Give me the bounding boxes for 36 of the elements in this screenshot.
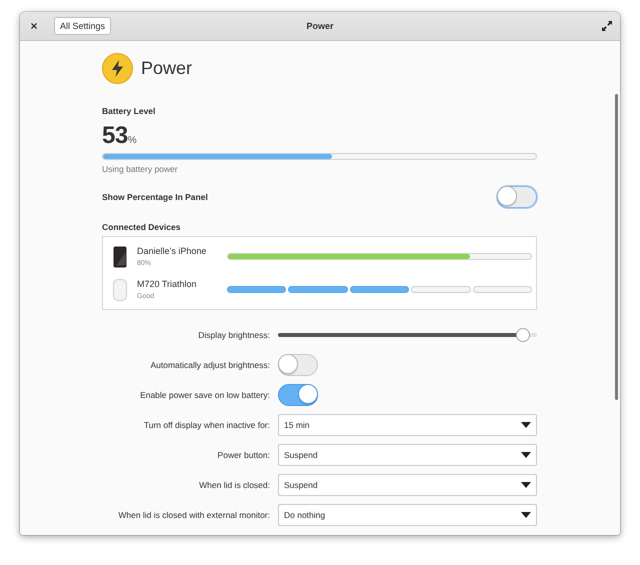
toggle-switch[interactable]	[278, 384, 318, 406]
phone-icon	[113, 246, 127, 268]
maximize-icon[interactable]	[602, 21, 612, 31]
window-title: Power	[306, 21, 334, 31]
mouse-icon	[113, 278, 127, 300]
toggle-switch[interactable]	[278, 354, 318, 376]
setting-label: Show Percentage In Panel	[102, 192, 208, 202]
caret-icon	[521, 512, 531, 518]
close-button[interactable]: ×	[28, 19, 40, 33]
page-title: Power	[141, 58, 192, 78]
setting-label: Turn off display when inactive for:	[142, 420, 270, 430]
section-heading: Connected Devices	[102, 222, 182, 232]
back-button[interactable]: All Settings	[54, 17, 112, 35]
toggle-switch[interactable]	[497, 186, 537, 208]
caret-icon	[521, 482, 531, 488]
scrollbar[interactable]	[615, 94, 618, 400]
dropdown[interactable]: 15 min	[278, 414, 537, 436]
device-name: Danielle’s iPhone	[137, 246, 208, 256]
lightning-icon	[102, 52, 133, 84]
section-heading: Battery Level	[102, 106, 156, 116]
setting-label: Automatically adjust brightness:	[149, 360, 270, 370]
dropdown[interactable]: Do nothing	[278, 504, 537, 526]
setting-label: Display brightness:	[197, 330, 270, 340]
caret-icon	[521, 452, 531, 458]
battery-percent: 53	[102, 122, 128, 150]
caret-icon	[521, 422, 531, 428]
setting-label: When lid is closed with external monitor:	[117, 510, 270, 520]
setting-label: Enable power save on low battery:	[139, 390, 270, 400]
setting-label: Power button:	[216, 450, 270, 460]
device-name: M720 Triathlon	[137, 279, 198, 289]
percent-unit: %	[128, 135, 137, 146]
dropdown[interactable]: Suspend	[278, 444, 537, 466]
battery-status: Using battery power	[102, 164, 179, 174]
setting-label: When lid is closed:	[198, 480, 270, 490]
dropdown[interactable]: Suspend	[278, 474, 537, 496]
brightness-slider[interactable]	[278, 328, 537, 342]
